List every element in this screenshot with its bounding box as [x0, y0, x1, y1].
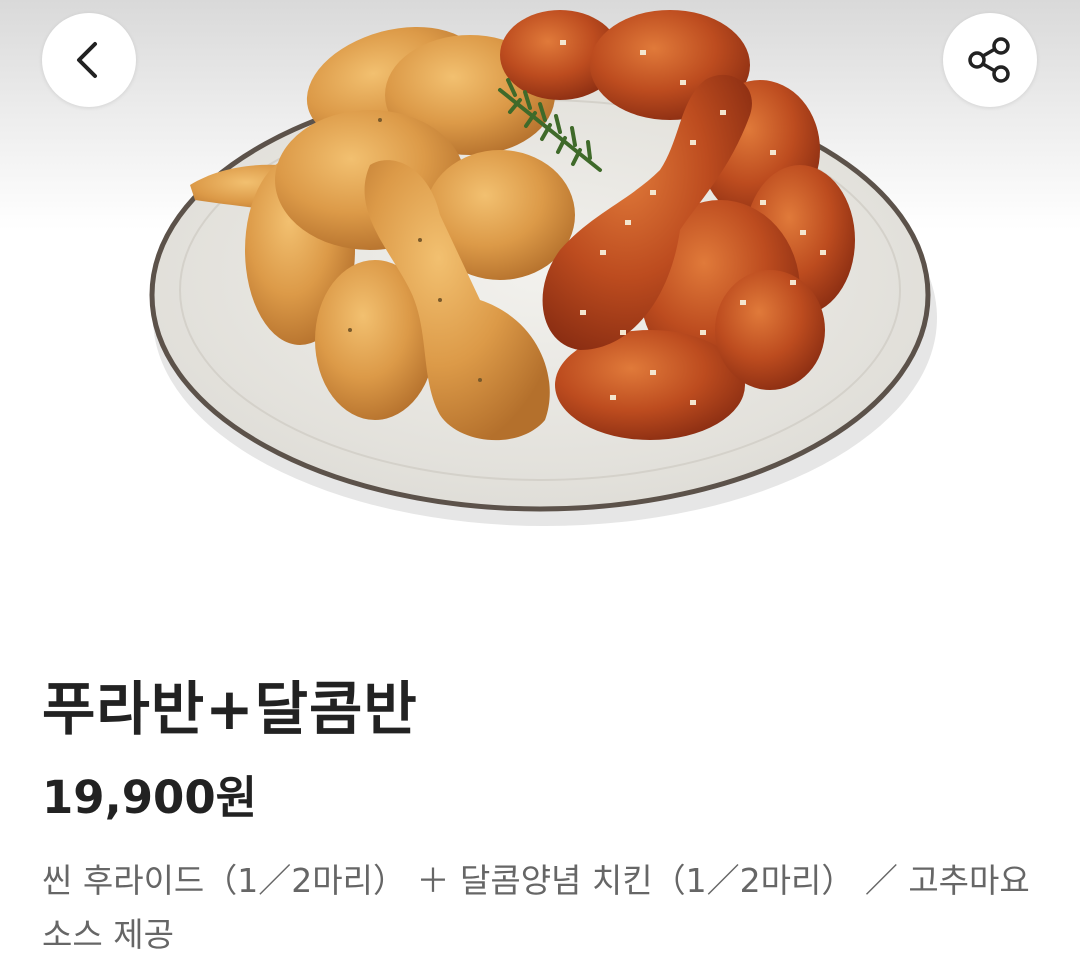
share-icon	[968, 37, 1010, 83]
share-button[interactable]	[943, 13, 1037, 107]
chevron-left-icon	[77, 42, 97, 78]
product-image	[0, 0, 1080, 600]
product-info: 푸라반+달콤반 19,900원 씬 후라이드（1／2마리） ＋ 달콤양념 치킨（…	[42, 670, 1042, 962]
product-name: 푸라반+달콤반	[42, 675, 418, 743]
product-price: 19,900원	[42, 771, 258, 824]
back-button[interactable]	[42, 13, 136, 107]
product-description: 씬 후라이드（1／2마리） ＋ 달콤양념 치킨（1／2마리） ／ 고추마요 소스…	[42, 861, 1030, 954]
chicken-plate-illustration	[149, 10, 937, 526]
